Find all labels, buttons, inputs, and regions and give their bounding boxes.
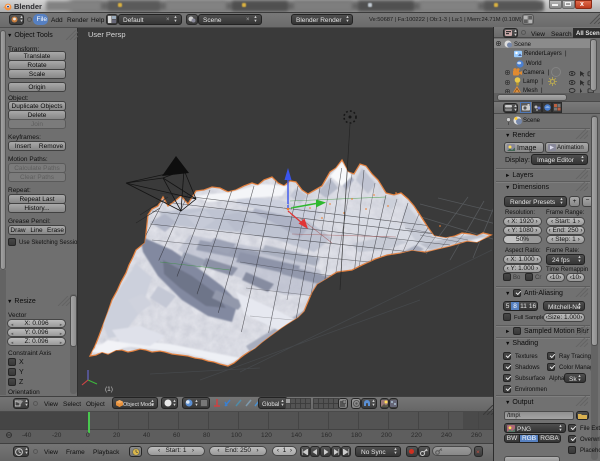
svg-text:User Persp: User Persp — [88, 30, 126, 39]
svg-text:(1): (1) — [105, 386, 113, 393]
